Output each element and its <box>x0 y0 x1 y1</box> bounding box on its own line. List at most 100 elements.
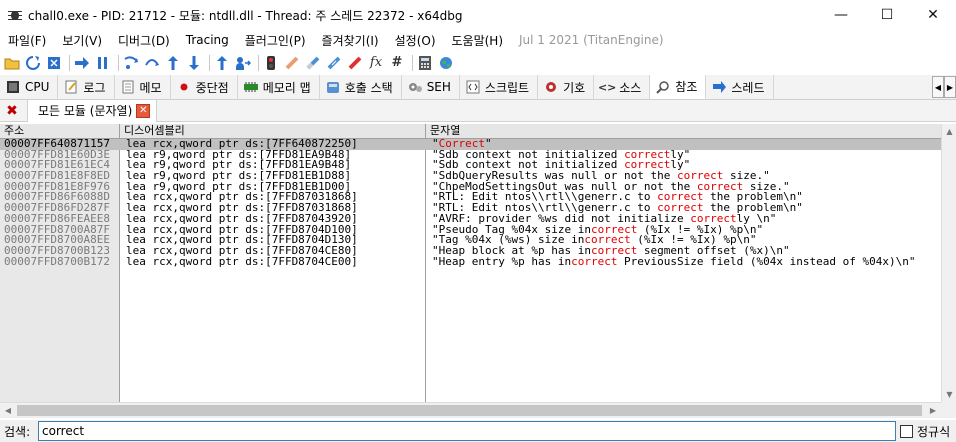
maximize-button[interactable]: ☐ <box>864 0 910 30</box>
tab-all-modules-strings[interactable]: 모든 모듈 (문자열) ✕ <box>27 99 158 122</box>
notes-icon <box>121 80 135 94</box>
tab-references[interactable]: 참조 <box>650 75 707 99</box>
tab-call-stack[interactable]: 호출 스택 <box>319 75 402 99</box>
column-header-address[interactable]: 주소 <box>0 124 120 139</box>
tab-scroll-right-icon[interactable]: ▶ <box>944 76 956 98</box>
tab-script[interactable]: 스크립트 <box>459 75 539 99</box>
calculator-icon[interactable] <box>416 54 434 72</box>
column-header-disassembly[interactable]: 디스어셈블리 <box>120 124 426 139</box>
disassembly-cell: lea rcx,qword ptr ds:[7FFD87043920] <box>126 213 358 225</box>
column-header-string[interactable]: 문자열 <box>426 124 941 139</box>
string-text: "Heap entry %p has in <box>432 256 572 268</box>
tab-notes[interactable]: 메모 <box>114 75 171 99</box>
tab-source[interactable]: <> 소스 <box>594 75 651 99</box>
tab-memory-map[interactable]: 메모리 맵 <box>237 75 320 99</box>
address-cell: 00007FFD86FD287F <box>4 203 110 214</box>
memory-map-icon <box>243 80 258 94</box>
comment-icon[interactable] <box>283 54 301 72</box>
tab-breakpoints[interactable]: 중단점 <box>170 75 238 99</box>
horizontal-scrollbar[interactable]: ◀ ▶ <box>0 402 941 418</box>
script-icon <box>466 80 480 94</box>
tab-label: 참조 <box>675 80 698 94</box>
scroll-right-icon[interactable]: ▶ <box>925 403 941 418</box>
close-tab-icon[interactable]: ✕ <box>136 103 151 118</box>
string-text: "Tag %04x (%ws) size in <box>432 235 585 246</box>
tab-scroll-left-icon[interactable]: ◀ <box>932 76 944 98</box>
table-row[interactable]: 00007FFD81E8F976 lea r9,qword ptr ds:[7FF… <box>0 182 941 193</box>
execute-till-user-code-icon[interactable] <box>234 54 252 72</box>
tab-cpu[interactable]: CPU <box>0 75 59 99</box>
string-match: correct <box>690 213 737 225</box>
disassembly-cell: lea r9,qword ptr ds:[7FFD81EB1D88] <box>126 171 352 182</box>
trace-over-icon[interactable] <box>185 54 203 72</box>
bookmark-red-icon[interactable] <box>346 54 364 72</box>
tab-symbols[interactable]: 기호 <box>538 75 595 99</box>
table-row[interactable]: 00007FFD86FEAEE8 lea rcx,qword ptr ds:[7F… <box>0 214 941 225</box>
address-cell: 00007FFD81E60D3E <box>4 149 110 161</box>
menu-view[interactable]: 보기(V) <box>54 32 110 49</box>
bookmark-icon[interactable] <box>325 54 343 72</box>
table-row[interactable]: 00007FFD8700A87F lea rcx,qword ptr ds:[7F… <box>0 225 941 236</box>
table-row[interactable]: 00007FFD81E8F8ED lea r9,qword ptr ds:[7FF… <box>0 171 941 182</box>
menu-tracing[interactable]: Tracing <box>178 33 237 47</box>
menu-plugins[interactable]: 플러그인(P) <box>237 32 314 49</box>
table-row[interactable]: 00007FFD8700B123 lea rcx,qword ptr ds:[7F… <box>0 246 941 257</box>
close-all-tabs-icon[interactable]: ✖ <box>3 102 21 120</box>
open-icon[interactable] <box>3 54 21 72</box>
globe-icon[interactable] <box>437 54 455 72</box>
horizontal-scroll-thumb[interactable] <box>17 405 922 416</box>
hash-icon[interactable]: # <box>388 54 406 72</box>
table-row[interactable]: 00007FFD8700B172 lea rcx,qword ptr ds:[7F… <box>0 257 941 268</box>
string-match: correct <box>677 171 724 182</box>
scroll-down-icon[interactable]: ▼ <box>942 387 956 402</box>
menu-options[interactable]: 설정(O) <box>387 32 444 49</box>
string-cell: "Tag %04x (%ws) size incorrect (%Ix != %… <box>426 235 941 246</box>
table-header: 주소 디스어셈블리 문자열 <box>0 124 941 139</box>
table-row[interactable]: 00007FFD81E60D3E lea r9,qword ptr ds:[7FF… <box>0 150 941 161</box>
menu-debug[interactable]: 디버그(D) <box>110 32 178 49</box>
table-row[interactable]: 00007FFD86FD287F lea rcx,qword ptr ds:[7F… <box>0 203 941 214</box>
regex-checkbox-box[interactable] <box>900 424 913 438</box>
regex-checkbox[interactable]: 정규식 <box>900 423 950 440</box>
menu-favourites[interactable]: 즐겨찾기(I) <box>314 32 387 49</box>
string-cell: "Sdb context not initialized correctly" <box>426 160 941 171</box>
vertical-scrollbar[interactable]: ▲ ▼ <box>941 124 956 402</box>
execute-till-return-icon[interactable] <box>213 54 231 72</box>
source-icon: <> <box>597 80 617 94</box>
search-input[interactable]: correct <box>38 421 896 441</box>
label-icon[interactable] <box>304 54 322 72</box>
function-icon[interactable]: fx <box>367 54 385 72</box>
tab-seh[interactable]: SEH <box>401 75 460 99</box>
references-table: 주소 디스어셈블리 문자열 00007FF640871157 lea rcx,qw… <box>0 124 941 402</box>
scroll-up-icon[interactable]: ▲ <box>942 124 956 139</box>
minimize-button[interactable]: — <box>818 0 864 30</box>
step-over-icon[interactable] <box>143 54 161 72</box>
pause-icon[interactable] <box>94 54 112 72</box>
string-cell: "AVRF: provider %ws did not initialize c… <box>426 214 941 225</box>
tab-log[interactable]: 로그 <box>58 75 115 99</box>
table-rows: 00007FF640871157 lea rcx,qword ptr ds:[7F… <box>0 139 941 267</box>
hide-debugger-icon[interactable] <box>262 54 280 72</box>
tab-label: 로그 <box>83 80 106 95</box>
tab-label: 소스 <box>619 80 642 95</box>
run-icon[interactable] <box>73 54 91 72</box>
scroll-left-icon[interactable]: ◀ <box>0 403 16 418</box>
tab-threads[interactable]: 스레드 <box>706 75 774 99</box>
address-cell: 00007FFD8700A87F <box>4 224 110 236</box>
table-row[interactable]: 00007FFD8700A8EE lea rcx,qword ptr ds:[7F… <box>0 235 941 246</box>
trace-into-icon[interactable] <box>164 54 182 72</box>
table-row[interactable]: 00007FFD81E61EC4 lea r9,qword ptr ds:[7FF… <box>0 160 941 171</box>
title-bar: chall0.exe - PID: 21712 - 모듈: ntdll.dll … <box>0 0 956 30</box>
menu-file[interactable]: 파일(F) <box>0 32 54 49</box>
log-icon <box>64 80 78 94</box>
close-debuggee-icon[interactable] <box>45 54 63 72</box>
close-button[interactable]: ✕ <box>910 0 956 30</box>
step-into-icon[interactable] <box>122 54 140 72</box>
address-cell: 00007FFD8700B123 <box>4 245 110 257</box>
restart-icon[interactable] <box>24 54 42 72</box>
breakpoint-icon <box>177 80 191 94</box>
table-row[interactable]: 00007FF640871157 lea rcx,qword ptr ds:[7F… <box>0 139 941 150</box>
menu-help[interactable]: 도움말(H) <box>444 32 512 49</box>
table-row[interactable]: 00007FFD86F6088D lea rcx,qword ptr ds:[7F… <box>0 192 941 203</box>
address-cell: 00007FF640871157 <box>4 139 110 150</box>
